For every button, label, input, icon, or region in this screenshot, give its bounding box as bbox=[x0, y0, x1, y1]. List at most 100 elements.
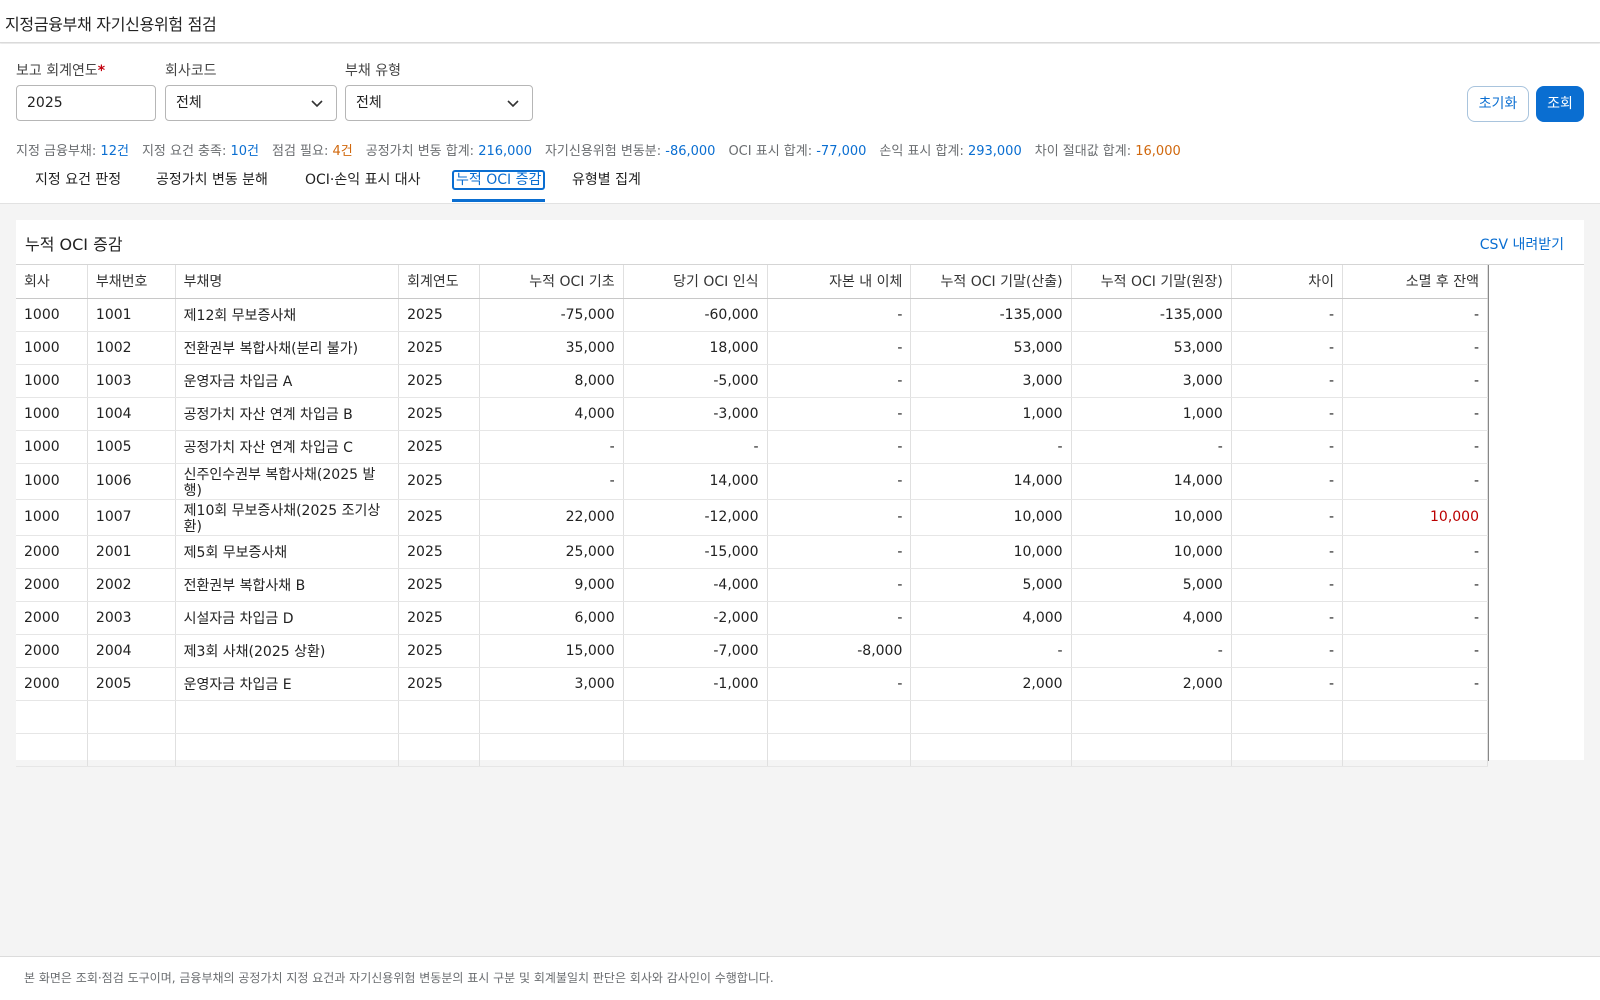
table-row[interactable]: 1000 1001 제12회 무보증사채 2025 -75,000 -60,000- -13… bbox=[16, 298, 1488, 332]
csv-download-link[interactable]: CSV 내려받기 bbox=[1480, 234, 1564, 254]
empty-cell bbox=[1231, 733, 1344, 767]
tab-item[interactable]: 누적 OCI 증감 bbox=[452, 160, 546, 204]
table-cell: 2025 bbox=[398, 397, 480, 431]
table-cell: 1002 bbox=[87, 331, 176, 365]
column-header[interactable]: 누적 OCI 기말(원장) bbox=[1071, 265, 1232, 299]
table-cell: - bbox=[767, 601, 912, 635]
year-input[interactable] bbox=[16, 85, 156, 121]
oci-table: 회사 부채번호 부채명 회계연도 누적 OCI 기초 당기 OCI 인식 자본 내 이체 누적… bbox=[16, 265, 1488, 767]
empty-cell bbox=[1071, 700, 1232, 734]
tab-label: 누적 OCI 증감 bbox=[452, 170, 546, 190]
table-row[interactable]: 1000 1007 제10회 무보증사채(2025 조기상환) 2025 22,000-… bbox=[16, 499, 1488, 536]
summary-label: 차이 절대값 합계: bbox=[1034, 144, 1132, 159]
table-cell: 10,000 bbox=[910, 535, 1072, 569]
column-header[interactable]: 부채명 bbox=[175, 265, 400, 299]
table-row[interactable]: 2000 2001 제5회 무보증사채 2025 25,000 -15,000-10,00… bbox=[16, 535, 1488, 569]
table-cell: 2025 bbox=[398, 499, 480, 536]
search-button[interactable]: 조회 bbox=[1536, 86, 1584, 122]
table-row[interactable]: 1000 1006 신주인수권부 복합사채(2025 발행) 2025-14,000-… bbox=[16, 463, 1488, 500]
table-cell: - bbox=[623, 430, 768, 464]
column-header[interactable]: 누적 OCI 기초 bbox=[479, 265, 624, 299]
column-header[interactable]: 차이 bbox=[1231, 265, 1344, 299]
tab-item[interactable]: OCI·손익 표시 대사 bbox=[305, 160, 421, 204]
table-cell: 5,000 bbox=[1071, 568, 1232, 602]
table-cell: - bbox=[1231, 535, 1344, 569]
column-header[interactable]: 부채번호 bbox=[87, 265, 176, 299]
company-select[interactable]: 전체 bbox=[165, 85, 337, 121]
table-cell: 1000 bbox=[16, 298, 88, 332]
table-cell: -4,000 bbox=[623, 568, 768, 602]
table-cell: 공정가치 자산 연계 차입금 B bbox=[175, 397, 400, 431]
table-row[interactable]: 1000 1003 운영자금 차입금 A 2025 8,000 -5,000-3,000 3… bbox=[16, 364, 1488, 398]
table-cell: 1,000 bbox=[1071, 397, 1232, 431]
chevron-down-icon bbox=[507, 100, 519, 108]
filter-bar: 보고 회계연도* 회사코드 전체 부채 유형 전체 초기화 조회 지정 금융부채… bbox=[0, 44, 1600, 160]
table-cell: 2025 bbox=[398, 568, 480, 602]
empty-cell bbox=[623, 733, 768, 767]
tab-bar: 지정 요건 판정 공정가치 변동 분해 OCI·손익 표시 대사 누적 OCI 증감 유… bbox=[0, 160, 1600, 204]
table-cell: -2,000 bbox=[623, 601, 768, 635]
column-header[interactable]: 누적 OCI 기말(산출) bbox=[910, 265, 1072, 299]
summary-value: 12건 bbox=[100, 144, 129, 159]
table-cell: 2000 bbox=[16, 667, 88, 701]
table-cell: 3,000 bbox=[1071, 364, 1232, 398]
empty-cell bbox=[767, 733, 912, 767]
table-cell: - bbox=[1071, 430, 1232, 464]
summary-label: 공정가치 변동 합계: bbox=[365, 144, 475, 159]
table-cell: 2025 bbox=[398, 667, 480, 701]
table-row[interactable]: 2000 2005 운영자금 차입금 E 2025 3,000 -1,000-2,000 2… bbox=[16, 667, 1488, 701]
table-row[interactable]: 2000 2004 제3회 사채(2025 상환) 2025 15,000 -7,000-… bbox=[16, 634, 1488, 668]
table-row[interactable]: 1000 1004 공정가치 자산 연계 차입금 B 2025 4,000 -3,000-… bbox=[16, 397, 1488, 431]
column-header[interactable]: 자본 내 이체 bbox=[767, 265, 912, 299]
column-header[interactable]: 회계연도 bbox=[398, 265, 480, 299]
table-cell: 2000 bbox=[16, 601, 88, 635]
table-cell: 14,000 bbox=[1071, 463, 1232, 500]
table-cell: -135,000 bbox=[1071, 298, 1232, 332]
summary-label: 지정 요건 충족: bbox=[141, 144, 227, 159]
table-cell: -5,000 bbox=[623, 364, 768, 398]
summary-label: 손익 표시 합계: bbox=[879, 144, 964, 159]
summary-label: 점검 필요: bbox=[272, 144, 329, 159]
table-cell: 제10회 무보증사채(2025 조기상환) bbox=[175, 499, 400, 536]
empty-cell bbox=[1231, 700, 1344, 734]
table-cell: 4,000 bbox=[910, 601, 1072, 635]
column-header[interactable]: 회사 bbox=[16, 265, 88, 299]
column-header[interactable]: 당기 OCI 인식 bbox=[623, 265, 768, 299]
table-cell: 1006 bbox=[87, 463, 176, 500]
table-cell: 제5회 무보증사채 bbox=[175, 535, 400, 569]
reset-button[interactable]: 초기화 bbox=[1467, 86, 1529, 122]
table-cell: - bbox=[1071, 634, 1232, 668]
summary-value: 4건 bbox=[332, 144, 353, 159]
table-cell: - bbox=[767, 535, 912, 569]
table-cell: 2004 bbox=[87, 634, 176, 668]
empty-cell bbox=[1342, 700, 1488, 734]
table-cell: 2025 bbox=[398, 535, 480, 569]
table-row[interactable]: 2000 2002 전환권부 복합사채 B 2025 9,000 -4,000-5,000… bbox=[16, 568, 1488, 602]
table-cell: 2,000 bbox=[1071, 667, 1232, 701]
table-cell: 10,000 bbox=[1071, 499, 1232, 536]
tab-item[interactable]: 지정 요건 판정 bbox=[35, 160, 121, 204]
tab-item[interactable]: 공정가치 변동 분해 bbox=[156, 160, 268, 204]
table-cell: 10,000 bbox=[1071, 535, 1232, 569]
table-row[interactable]: 2000 2003 시설자금 차입금 D 2025 6,000 -2,000-4,000 4… bbox=[16, 601, 1488, 635]
empty-cell bbox=[1342, 733, 1488, 767]
table-container: 회사 부채번호 부채명 회계연도 누적 OCI 기초 당기 OCI 인식 자본 내 이체 누적… bbox=[16, 264, 1584, 767]
table-cell: 22,000 bbox=[479, 499, 624, 536]
summary-value: 293,000 bbox=[967, 144, 1022, 159]
footer: 본 화면은 조회·점검 도구이며, 금융부채의 공정가치 지정 요건과 자기신용… bbox=[0, 956, 1600, 1000]
empty-cell bbox=[910, 733, 1072, 767]
empty-cell bbox=[87, 733, 176, 767]
column-header[interactable]: 소멸 후 잔액 bbox=[1342, 265, 1488, 299]
empty-cell bbox=[16, 733, 88, 767]
table-row[interactable]: 1000 1005 공정가치 자산 연계 차입금 C 2025- - - - - - - bbox=[16, 430, 1488, 464]
table-cell: 10,000 bbox=[910, 499, 1072, 536]
table-cell: - bbox=[767, 463, 912, 500]
table-cell: - bbox=[767, 430, 912, 464]
table-cell: 1000 bbox=[16, 463, 88, 500]
liability-type-select[interactable]: 전체 bbox=[345, 85, 533, 121]
tab-label: 지정 요건 판정 bbox=[35, 172, 122, 188]
empty-cell bbox=[87, 700, 176, 734]
tab-item[interactable]: 유형별 집계 bbox=[572, 160, 641, 204]
required-mark: * bbox=[97, 63, 106, 79]
table-row[interactable]: 1000 1002 전환권부 복합사채(분리 불가) 2025 35,000 18,000… bbox=[16, 331, 1488, 365]
